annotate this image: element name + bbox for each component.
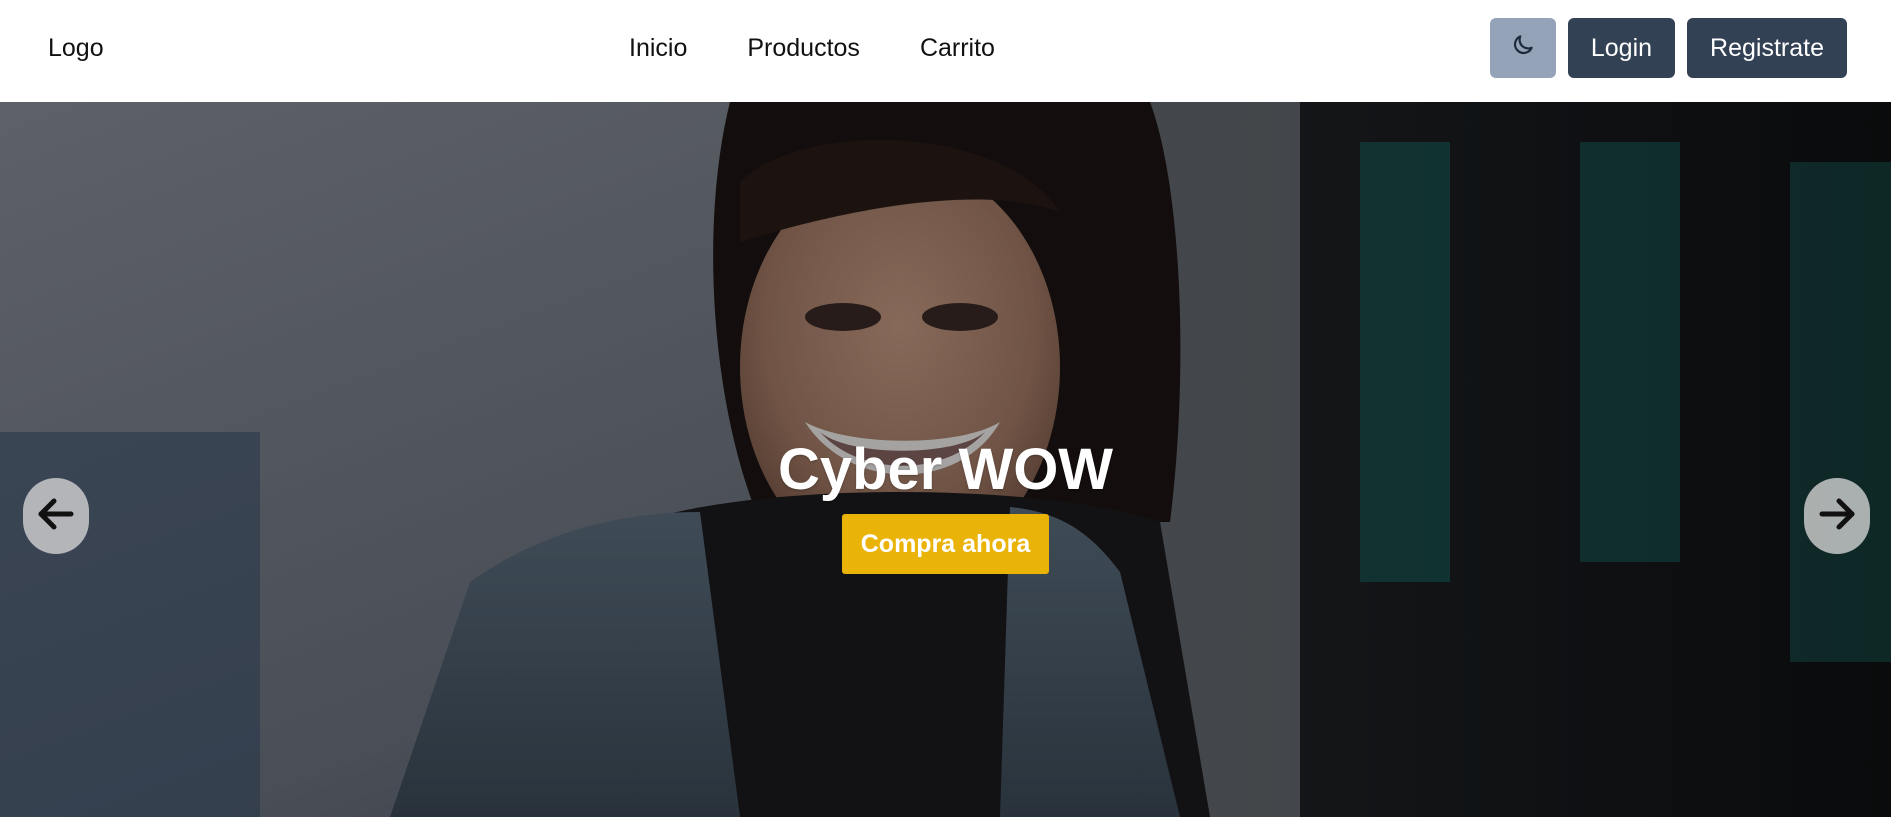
- register-button[interactable]: Registrate: [1687, 18, 1847, 78]
- nav-link-carrito[interactable]: Carrito: [920, 32, 995, 64]
- carousel-next-button[interactable]: [1804, 478, 1870, 554]
- arrow-right-icon: [1813, 490, 1861, 543]
- login-button[interactable]: Login: [1567, 18, 1676, 78]
- hero-carousel: Cyber WOW Compra ahora: [0, 102, 1891, 817]
- theme-toggle-button[interactable]: [1489, 18, 1556, 78]
- carousel-prev-button[interactable]: [23, 478, 89, 554]
- hero-content: Cyber WOW Compra ahora: [0, 440, 1891, 574]
- arrow-left-icon: [32, 490, 80, 543]
- shop-now-button[interactable]: Compra ahora: [842, 514, 1049, 574]
- hero-title: Cyber WOW: [777, 437, 1114, 502]
- nav-link-inicio[interactable]: Inicio: [629, 32, 687, 64]
- nav-link-productos[interactable]: Productos: [747, 32, 860, 64]
- moon-icon: [1510, 32, 1536, 65]
- header-actions: Login Registrate: [1489, 18, 1847, 78]
- main-navigation: Inicio Productos Carrito: [629, 32, 995, 64]
- logo[interactable]: Logo: [48, 32, 104, 64]
- top-navbar: Logo Inicio Productos Carrito Login Regi…: [0, 0, 1891, 102]
